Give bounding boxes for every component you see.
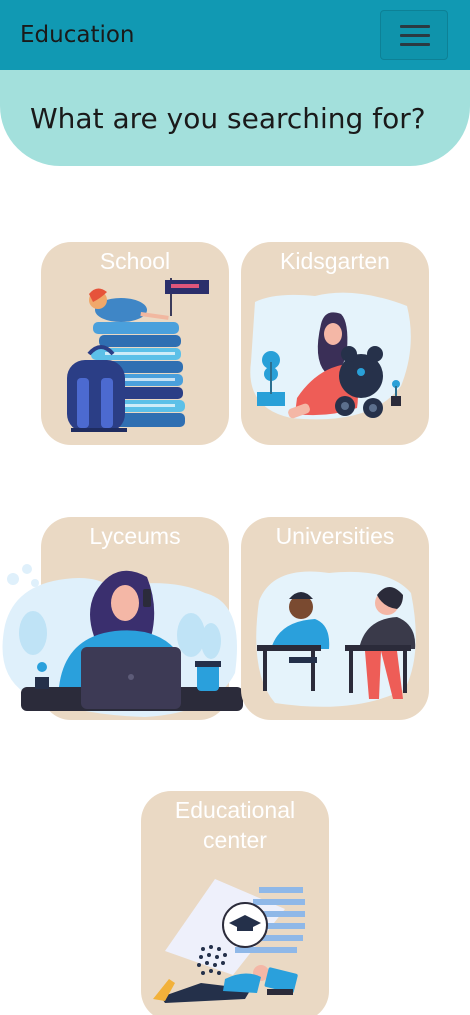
category-card-educational-center[interactable]: Educational center	[141, 791, 329, 1015]
category-label: Educational center	[174, 797, 296, 853]
category-card-universities[interactable]: Universities	[241, 517, 429, 720]
hamburger-menu-icon	[400, 25, 430, 28]
search-banner: What are you searching for?	[0, 70, 470, 166]
brand-link[interactable]: Education	[20, 22, 135, 48]
category-label: Lyceums	[89, 523, 181, 549]
page-question: What are you searching for?	[30, 102, 426, 135]
category-label: School	[99, 248, 171, 274]
category-card-kidsgarten[interactable]: Kidsgarten	[241, 242, 429, 445]
category-card-lyceums[interactable]: Lyceums	[2, 517, 243, 720]
top-navbar: Education	[0, 0, 470, 70]
category-label: Universities	[275, 523, 395, 549]
category-label: Kidsgarten	[280, 248, 390, 274]
menu-toggle-button[interactable]	[380, 10, 448, 60]
category-card-school[interactable]: School	[41, 242, 229, 445]
